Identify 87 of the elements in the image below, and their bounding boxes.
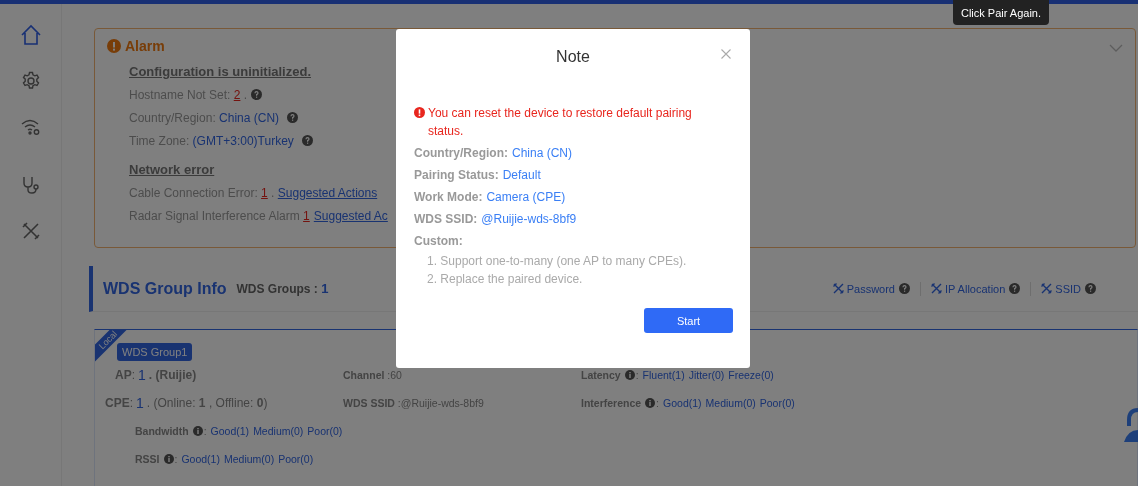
field-value: China (CN) (512, 146, 572, 160)
metric-label: Latency (581, 369, 621, 381)
separator-text: : (203, 425, 207, 437)
cpe-status: . (Online: 1 , Offline: 0) (146, 396, 268, 410)
metric-link[interactable]: Freeze(0) (728, 369, 774, 381)
start-button[interactable]: Start (644, 308, 733, 333)
help-icon[interactable] (1085, 283, 1096, 294)
stethoscope-icon (20, 175, 41, 195)
metric-link[interactable]: Poor(0) (307, 425, 343, 437)
help-icon[interactable] (287, 112, 299, 123)
info-icon[interactable] (624, 370, 635, 380)
action-link[interactable]: IP Allocation (930, 282, 1006, 295)
count-link[interactable]: 1 (261, 185, 268, 200)
warning-text: You can reset the device to restore default pairing status. (428, 105, 693, 140)
metric-link[interactable]: Fluent(1) (642, 369, 685, 381)
suggested-actions-link[interactable]: Suggested Actions (277, 185, 378, 200)
help-icon[interactable] (1009, 283, 1021, 294)
tools-icon (832, 283, 844, 294)
wifi-settings-icon (20, 118, 41, 136)
section-title: WDS Group Info (103, 279, 227, 298)
field-value: @Ruijie-wds-8bf9 (481, 212, 577, 226)
metric-link[interactable]: Good(1) (181, 453, 220, 465)
alarm-label: . (242, 87, 248, 102)
cpe-label: CPE (105, 396, 130, 410)
action-link[interactable]: Password (832, 282, 895, 295)
alarm-label: . (270, 185, 276, 200)
help-icon[interactable] (898, 283, 910, 294)
channel-label: Channel (343, 369, 385, 381)
separator-text: : (174, 453, 178, 465)
separator-text: : (656, 397, 660, 409)
field-label: Pairing Status: (414, 168, 499, 182)
ap-label: AP (115, 368, 132, 382)
metric-label: RSSI (135, 453, 160, 465)
info-icon[interactable] (192, 426, 203, 436)
alert-icon (414, 107, 425, 118)
close-icon[interactable] (721, 49, 731, 59)
groups-label: WDS Groups : (236, 281, 319, 296)
alarm-title: Alarm (125, 38, 165, 54)
alert-icon (107, 39, 121, 53)
ssid-value: :@Ruijie-wds-8bf9 (396, 397, 484, 409)
metric-link[interactable]: Jitter(0) (688, 369, 725, 381)
field-label: Country/Region: (414, 146, 508, 160)
alarm-value: China (CN) (219, 110, 280, 125)
settings-icon (20, 71, 41, 91)
group-tag[interactable]: WDS Group1 (117, 343, 193, 361)
metric-link[interactable]: Poor(0) (759, 397, 795, 409)
metric-label: Bandwidth (135, 425, 189, 437)
dialog-title: Note (556, 48, 590, 66)
suggested-actions-link[interactable]: Suggested Ac (313, 208, 388, 223)
help-icon[interactable] (251, 89, 263, 100)
count-link[interactable]: 1 (303, 208, 310, 223)
info-icon[interactable] (645, 398, 656, 408)
custom-label: Custom: (414, 233, 464, 250)
count-link[interactable]: 2 (233, 87, 241, 102)
separator-text: : (131, 368, 135, 382)
tools-icon (1041, 283, 1053, 294)
separator-text: : (129, 396, 134, 410)
metric-link[interactable]: Medium(0) (253, 425, 304, 437)
field-label: WDS SSID: (414, 212, 478, 226)
section-heading: Configuration is uninitialized. (129, 64, 311, 79)
list-item: 2. Replace the paired device. (426, 271, 584, 288)
metric-link[interactable]: Good(1) (663, 397, 702, 409)
metric-link[interactable]: Poor(0) (278, 453, 314, 465)
metric-link[interactable]: Medium(0) (705, 397, 756, 409)
tooltip: Click Pair Again. (953, 0, 1049, 25)
metric-link[interactable]: Medium(0) (223, 453, 275, 465)
tools-icon (930, 283, 942, 294)
help-icon[interactable] (301, 135, 313, 146)
action-link[interactable]: SSID (1041, 282, 1081, 295)
section-heading: Network error (129, 162, 215, 177)
field-value: Default (502, 168, 541, 182)
separator-text: : (635, 369, 639, 381)
home-icon (19, 24, 42, 46)
field-value: Camera (CPE) (486, 190, 566, 204)
field-label: Work Mode: (414, 190, 483, 204)
groups-count: 1 (321, 281, 329, 296)
ap-count[interactable]: 1 (138, 367, 146, 383)
info-icon[interactable] (163, 454, 174, 464)
metric-link[interactable]: Good(1) (210, 425, 250, 437)
ap-detail: . (Ruijie) (148, 368, 197, 382)
alarm-value: (GMT+3:00)Turkey (192, 133, 294, 148)
channel-value: :60 (386, 369, 402, 381)
metric-label: Interference (581, 397, 642, 409)
tools-icon (20, 221, 41, 241)
ssid-label: WDS SSID (343, 397, 395, 409)
cpe-count[interactable]: 1 (136, 395, 144, 411)
list-item: 1. Support one-to-many (one AP to many CPEs). (426, 253, 688, 270)
